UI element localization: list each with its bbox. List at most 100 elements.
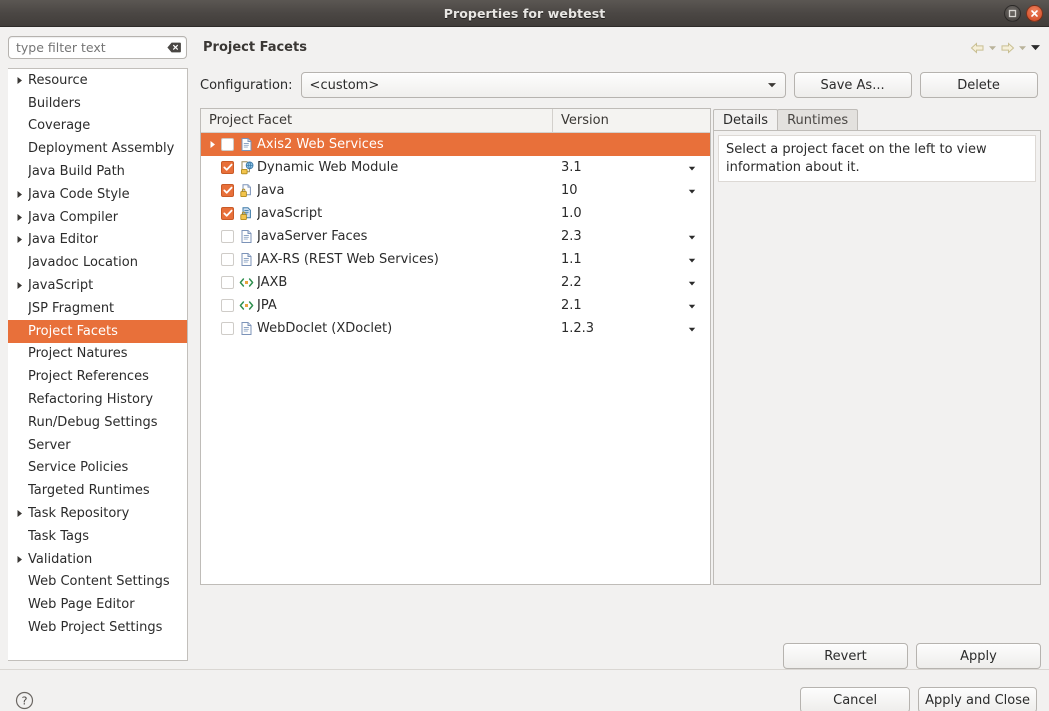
chevron-down-icon[interactable]: [688, 229, 696, 244]
project-facets-table[interactable]: Project Facet Version Axis2 Web Services…: [200, 108, 711, 585]
sidebar-item-targeted-runtimes[interactable]: Targeted Runtimes: [8, 479, 187, 502]
facet-checkbox[interactable]: [221, 230, 234, 243]
chevron-down-icon[interactable]: [688, 275, 696, 290]
sidebar-item-javadoc-location[interactable]: Javadoc Location: [8, 251, 187, 274]
facet-version-cell[interactable]: 3.1: [553, 160, 710, 175]
table-row[interactable]: Axis2 Web Services: [201, 133, 710, 156]
sidebar-item-service-policies[interactable]: Service Policies: [8, 457, 187, 480]
sidebar-item-validation[interactable]: Validation: [8, 548, 187, 571]
column-header-facet[interactable]: Project Facet: [201, 109, 553, 132]
facet-checkbox[interactable]: [221, 322, 234, 335]
chevron-down-icon[interactable]: [688, 298, 696, 313]
table-row[interactable]: JavaScript 1.0: [201, 202, 710, 225]
sidebar-item-label: Java Editor: [28, 232, 99, 248]
facet-name-cell: JAXB: [201, 275, 553, 290]
search-input[interactable]: [9, 37, 186, 58]
tab-runtimes[interactable]: Runtimes: [777, 109, 859, 130]
sidebar-item-coverage[interactable]: Coverage: [8, 115, 187, 138]
facet-checkbox[interactable]: [221, 253, 234, 266]
configuration-value: <custom>: [309, 77, 380, 93]
sidebar-item-javascript[interactable]: JavaScript: [8, 274, 187, 297]
table-row[interactable]: WebDoclet (XDoclet) 1.2.3: [201, 317, 710, 340]
facet-version-cell[interactable]: 2.2: [553, 275, 710, 290]
search-box[interactable]: [8, 36, 187, 59]
facet-version-cell[interactable]: 1.2.3: [553, 321, 710, 336]
sidebar-item-task-repository[interactable]: Task Repository: [8, 502, 187, 525]
sidebar-item-run-debug-settings[interactable]: Run/Debug Settings: [8, 411, 187, 434]
jpa-icon: [238, 298, 255, 313]
table-row[interactable]: Java 10: [201, 179, 710, 202]
chevron-down-icon[interactable]: [1018, 44, 1027, 51]
sidebar-item-task-tags[interactable]: Task Tags: [8, 525, 187, 548]
table-row[interactable]: JAX-RS (REST Web Services) 1.1: [201, 248, 710, 271]
configuration-select[interactable]: <custom>: [300, 72, 786, 98]
facet-checkbox[interactable]: [221, 161, 234, 174]
sidebar-item-java-editor[interactable]: Java Editor: [8, 229, 187, 252]
apply-button[interactable]: Apply: [916, 643, 1041, 669]
facet-version-cell[interactable]: 2.3: [553, 229, 710, 244]
facet-checkbox[interactable]: [221, 276, 234, 289]
table-row[interactable]: JAXB 2.2: [201, 271, 710, 294]
facet-version-cell[interactable]: 2.1: [553, 298, 710, 313]
facet-version-cell[interactable]: 10: [553, 183, 710, 198]
chevron-down-icon[interactable]: [688, 321, 696, 336]
chevron-down-icon[interactable]: [688, 183, 696, 198]
chevron-down-icon[interactable]: [688, 160, 696, 175]
forward-arrow-icon[interactable]: [1000, 41, 1015, 54]
clear-icon[interactable]: [167, 42, 181, 54]
apply-and-close-button[interactable]: Apply and Close: [918, 687, 1037, 711]
facet-checkbox[interactable]: [221, 207, 234, 220]
sidebar-item-label: Project Facets: [28, 323, 118, 339]
back-arrow-icon[interactable]: [970, 41, 985, 54]
sidebar-item-project-references[interactable]: Project References: [8, 365, 187, 388]
sidebar-item-deployment-assembly[interactable]: Deployment Assembly: [8, 137, 187, 160]
sidebar-item-project-natures[interactable]: Project Natures: [8, 343, 187, 366]
sidebar-item-project-facets[interactable]: Project Facets: [8, 319, 187, 343]
facet-checkbox[interactable]: [221, 299, 234, 312]
sidebar-item-web-project-settings[interactable]: Web Project Settings: [8, 616, 187, 639]
sidebar-item-label: Run/Debug Settings: [28, 414, 158, 430]
sidebar-item-refactoring-history[interactable]: Refactoring History: [8, 388, 187, 411]
table-row[interactable]: JavaServer Faces 2.3: [201, 225, 710, 248]
sidebar-item-label: Project References: [28, 369, 149, 385]
sidebar-item-server[interactable]: Server: [8, 434, 187, 457]
facet-version-value: 3.1: [561, 160, 582, 175]
settings-sidebar[interactable]: Resource Builders Coverage Deployment Assem…: [8, 68, 188, 661]
close-icon[interactable]: [1026, 5, 1043, 22]
cancel-button[interactable]: Cancel: [800, 687, 911, 711]
sidebar-item-java-compiler[interactable]: Java Compiler: [8, 206, 187, 229]
sidebar-item-java-build-path[interactable]: Java Build Path: [8, 160, 187, 183]
document-icon: [238, 137, 255, 152]
facet-checkbox[interactable]: [221, 138, 234, 151]
sidebar-item-web-page-editor[interactable]: Web Page Editor: [8, 593, 187, 616]
tab-label: Runtimes: [787, 112, 849, 128]
filter-container: [0, 36, 195, 59]
table-row[interactable]: Dynamic Web Module 3.1: [201, 156, 710, 179]
help-icon[interactable]: ?: [14, 690, 34, 710]
chevron-down-icon[interactable]: [988, 44, 997, 51]
sidebar-item-java-code-style[interactable]: Java Code Style: [8, 183, 187, 206]
sidebar-item-builders[interactable]: Builders: [8, 92, 187, 115]
facet-name-cell: Axis2 Web Services: [201, 137, 553, 152]
top-strip: Project Facets: [0, 27, 1049, 68]
sidebar-item-jsp-fragment[interactable]: JSP Fragment: [8, 297, 187, 320]
save-as-button[interactable]: Save As...: [793, 72, 912, 98]
sidebar-item-web-content-settings[interactable]: Web Content Settings: [8, 571, 187, 594]
sidebar-item-resource[interactable]: Resource: [8, 69, 187, 92]
view-menu-icon[interactable]: [1030, 44, 1041, 52]
table-row[interactable]: JPA 2.1: [201, 294, 710, 317]
facet-version-value: 10: [561, 183, 578, 198]
window-titlebar: Properties for webtest: [0, 0, 1049, 27]
facet-checkbox[interactable]: [221, 184, 234, 197]
chevron-down-icon: [767, 78, 777, 93]
facet-version-cell[interactable]: 1.0: [553, 206, 710, 221]
details-content: Select a project facet on the left to vi…: [713, 130, 1041, 585]
delete-button[interactable]: Delete: [919, 72, 1038, 98]
expand-triangle-icon: [12, 190, 28, 199]
revert-button[interactable]: Revert: [783, 643, 908, 669]
maximize-icon[interactable]: [1004, 5, 1021, 22]
chevron-down-icon[interactable]: [688, 252, 696, 267]
column-header-version[interactable]: Version: [553, 109, 710, 132]
tab-details[interactable]: Details: [713, 109, 779, 130]
facet-version-cell[interactable]: 1.1: [553, 252, 710, 267]
